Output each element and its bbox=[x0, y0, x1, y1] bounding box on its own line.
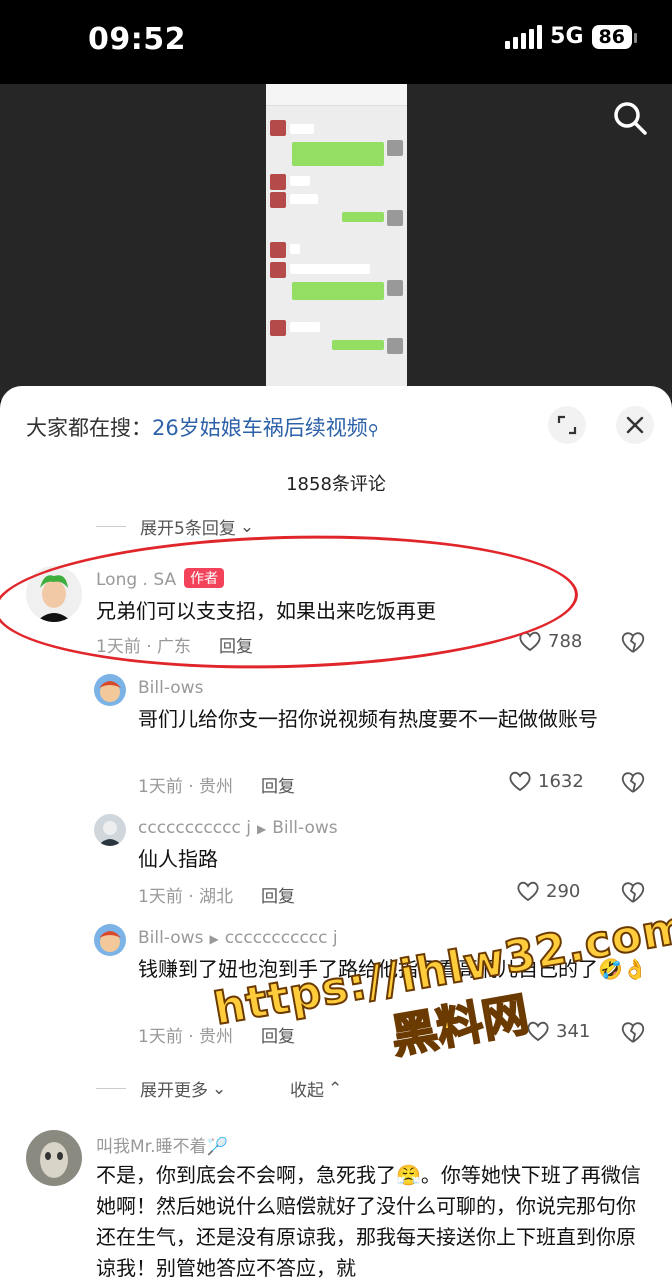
like-count: 1632 bbox=[538, 770, 584, 792]
dislike-button[interactable] bbox=[620, 1020, 646, 1046]
dislike-button[interactable] bbox=[620, 880, 646, 906]
comment-meta: 1天前 · 湖北 回复 bbox=[138, 882, 295, 907]
reply-button[interactable]: 回复 bbox=[219, 637, 253, 657]
search-icon bbox=[614, 102, 647, 135]
author-badge: 作者 bbox=[184, 568, 225, 588]
comment-username[interactable]: Bill-ows ▶ ccccccccccc j bbox=[138, 928, 338, 948]
battery-icon: 86 bbox=[591, 24, 638, 49]
comment-time: 1天前 · 贵州 bbox=[138, 777, 234, 797]
close-button[interactable] bbox=[616, 406, 654, 444]
divider bbox=[96, 526, 126, 527]
comment-text: 钱赚到了妞也泡到手了路给他指了看哥们儿自己的了🤣👌 bbox=[138, 957, 648, 981]
hot-search-keyword[interactable]: 26岁姑娘车祸后续视频 bbox=[152, 416, 368, 440]
broken-heart-icon bbox=[621, 632, 645, 653]
comment-meta: 1天前 · 贵州 回复 bbox=[138, 772, 295, 797]
signal-icon bbox=[505, 24, 543, 49]
username-text[interactable]: ccccccccccc j bbox=[138, 818, 251, 838]
comment-username[interactable]: ccccccccccc j ▶ Bill-ows bbox=[138, 818, 338, 838]
comment-count: 1858条评论 bbox=[286, 474, 386, 495]
chevron-down-icon: ⌄ bbox=[212, 1078, 227, 1099]
comment-meta: 1天前 · 贵州 回复 bbox=[138, 1022, 295, 1047]
status-bar: 09:52 5G 86 bbox=[0, 0, 672, 84]
avatar[interactable] bbox=[94, 924, 126, 956]
comment-username[interactable]: Bill-ows bbox=[138, 678, 203, 698]
username-text[interactable]: Bill-ows bbox=[138, 928, 203, 948]
avatar-image bbox=[94, 924, 126, 956]
avatar-image bbox=[94, 814, 126, 846]
reply-button[interactable]: 回复 bbox=[261, 777, 295, 797]
close-icon bbox=[626, 416, 644, 434]
video-preview[interactable] bbox=[0, 84, 672, 400]
collapse-label: 收起 bbox=[290, 1081, 324, 1101]
dislike-button[interactable] bbox=[620, 770, 646, 796]
expand-replies-label: 展开5条回复 bbox=[140, 519, 236, 539]
like-button[interactable]: 1632 bbox=[508, 770, 584, 792]
expand-replies-top[interactable]: 展开5条回复 ⌄ bbox=[96, 514, 254, 539]
comment-username[interactable]: 叫我Mr.睡不着🏸 bbox=[96, 1132, 228, 1157]
comment-text: 兄弟们可以支支招，如果出来吃饭再更 bbox=[96, 599, 436, 623]
like-count: 788 bbox=[548, 630, 583, 652]
avatar[interactable] bbox=[94, 814, 126, 846]
comment-text: 哥们儿给你支一招你说视频有热度要不一起做做账号 bbox=[138, 707, 598, 731]
like-count: 290 bbox=[546, 880, 581, 902]
avatar-image bbox=[26, 1130, 82, 1186]
comment-time: 1天前 · 贵州 bbox=[138, 1027, 234, 1047]
search-button[interactable] bbox=[610, 98, 650, 138]
comment-meta: 1天前 · 广东 回复 bbox=[96, 632, 253, 657]
expand-button[interactable] bbox=[548, 406, 586, 444]
heart-icon bbox=[517, 881, 539, 902]
like-button[interactable]: 788 bbox=[518, 630, 582, 652]
broken-heart-icon bbox=[621, 772, 645, 793]
comment-username[interactable]: Long . SA 作者 bbox=[96, 568, 225, 590]
broken-heart-icon bbox=[621, 1022, 645, 1043]
video-thumbnail bbox=[266, 84, 407, 389]
search-small-icon: ⚲ bbox=[367, 421, 379, 439]
hot-search-bar[interactable]: 大家都在搜：26岁姑娘车祸后续视频⚲ bbox=[26, 412, 379, 442]
chevron-down-icon: ⌄ bbox=[239, 516, 255, 537]
broken-heart-icon bbox=[621, 882, 645, 903]
reply-button[interactable]: 回复 bbox=[261, 1027, 295, 1047]
comment-time: 1天前 · 广东 bbox=[96, 637, 192, 657]
expand-more-replies[interactable]: 展开更多 ⌄ bbox=[96, 1076, 226, 1101]
username-text[interactable]: Long . SA bbox=[96, 570, 176, 590]
avatar[interactable] bbox=[94, 674, 126, 706]
avatar-image bbox=[26, 566, 82, 622]
reply-to-username[interactable]: ccccccccccc j bbox=[225, 928, 338, 948]
status-indicators: 5G 86 bbox=[505, 24, 638, 49]
comment-sheet: 大家都在搜：26岁姑娘车祸后续视频⚲ 1858条评论 展开5条回复 ⌄ Long… bbox=[0, 386, 672, 1280]
divider bbox=[96, 1088, 126, 1089]
reply-arrow-icon: ▶ bbox=[256, 822, 267, 836]
collapse-replies[interactable]: 收起 ⌃ bbox=[290, 1076, 343, 1102]
like-count: 341 bbox=[556, 1020, 591, 1042]
avatar-image bbox=[94, 674, 126, 706]
hot-search-label: 大家都在搜： bbox=[26, 416, 152, 440]
status-time: 09:52 bbox=[88, 22, 186, 57]
comment-text: 不是，你到底会不会啊，急死我了😤。你等她快下班了再微信她啊！然后她说什么赔偿就好… bbox=[96, 1163, 641, 1280]
heart-icon bbox=[527, 1021, 549, 1042]
avatar[interactable] bbox=[26, 566, 82, 622]
network-type: 5G bbox=[550, 24, 584, 49]
comment-time: 1天前 · 湖北 bbox=[138, 887, 234, 907]
heart-icon bbox=[519, 631, 541, 652]
comment-text: 仙人指路 bbox=[138, 847, 218, 871]
expand-icon bbox=[557, 415, 577, 435]
like-button[interactable]: 290 bbox=[516, 880, 580, 902]
chevron-up-icon: ⌃ bbox=[328, 1078, 343, 1099]
reply-to-username[interactable]: Bill-ows bbox=[272, 818, 337, 838]
heart-icon bbox=[509, 771, 531, 792]
expand-more-label: 展开更多 bbox=[140, 1081, 208, 1101]
reply-button[interactable]: 回复 bbox=[261, 887, 295, 907]
like-button[interactable]: 341 bbox=[526, 1020, 590, 1042]
dislike-button[interactable] bbox=[620, 630, 646, 656]
avatar[interactable] bbox=[26, 1130, 82, 1186]
reply-arrow-icon: ▶ bbox=[209, 932, 219, 946]
